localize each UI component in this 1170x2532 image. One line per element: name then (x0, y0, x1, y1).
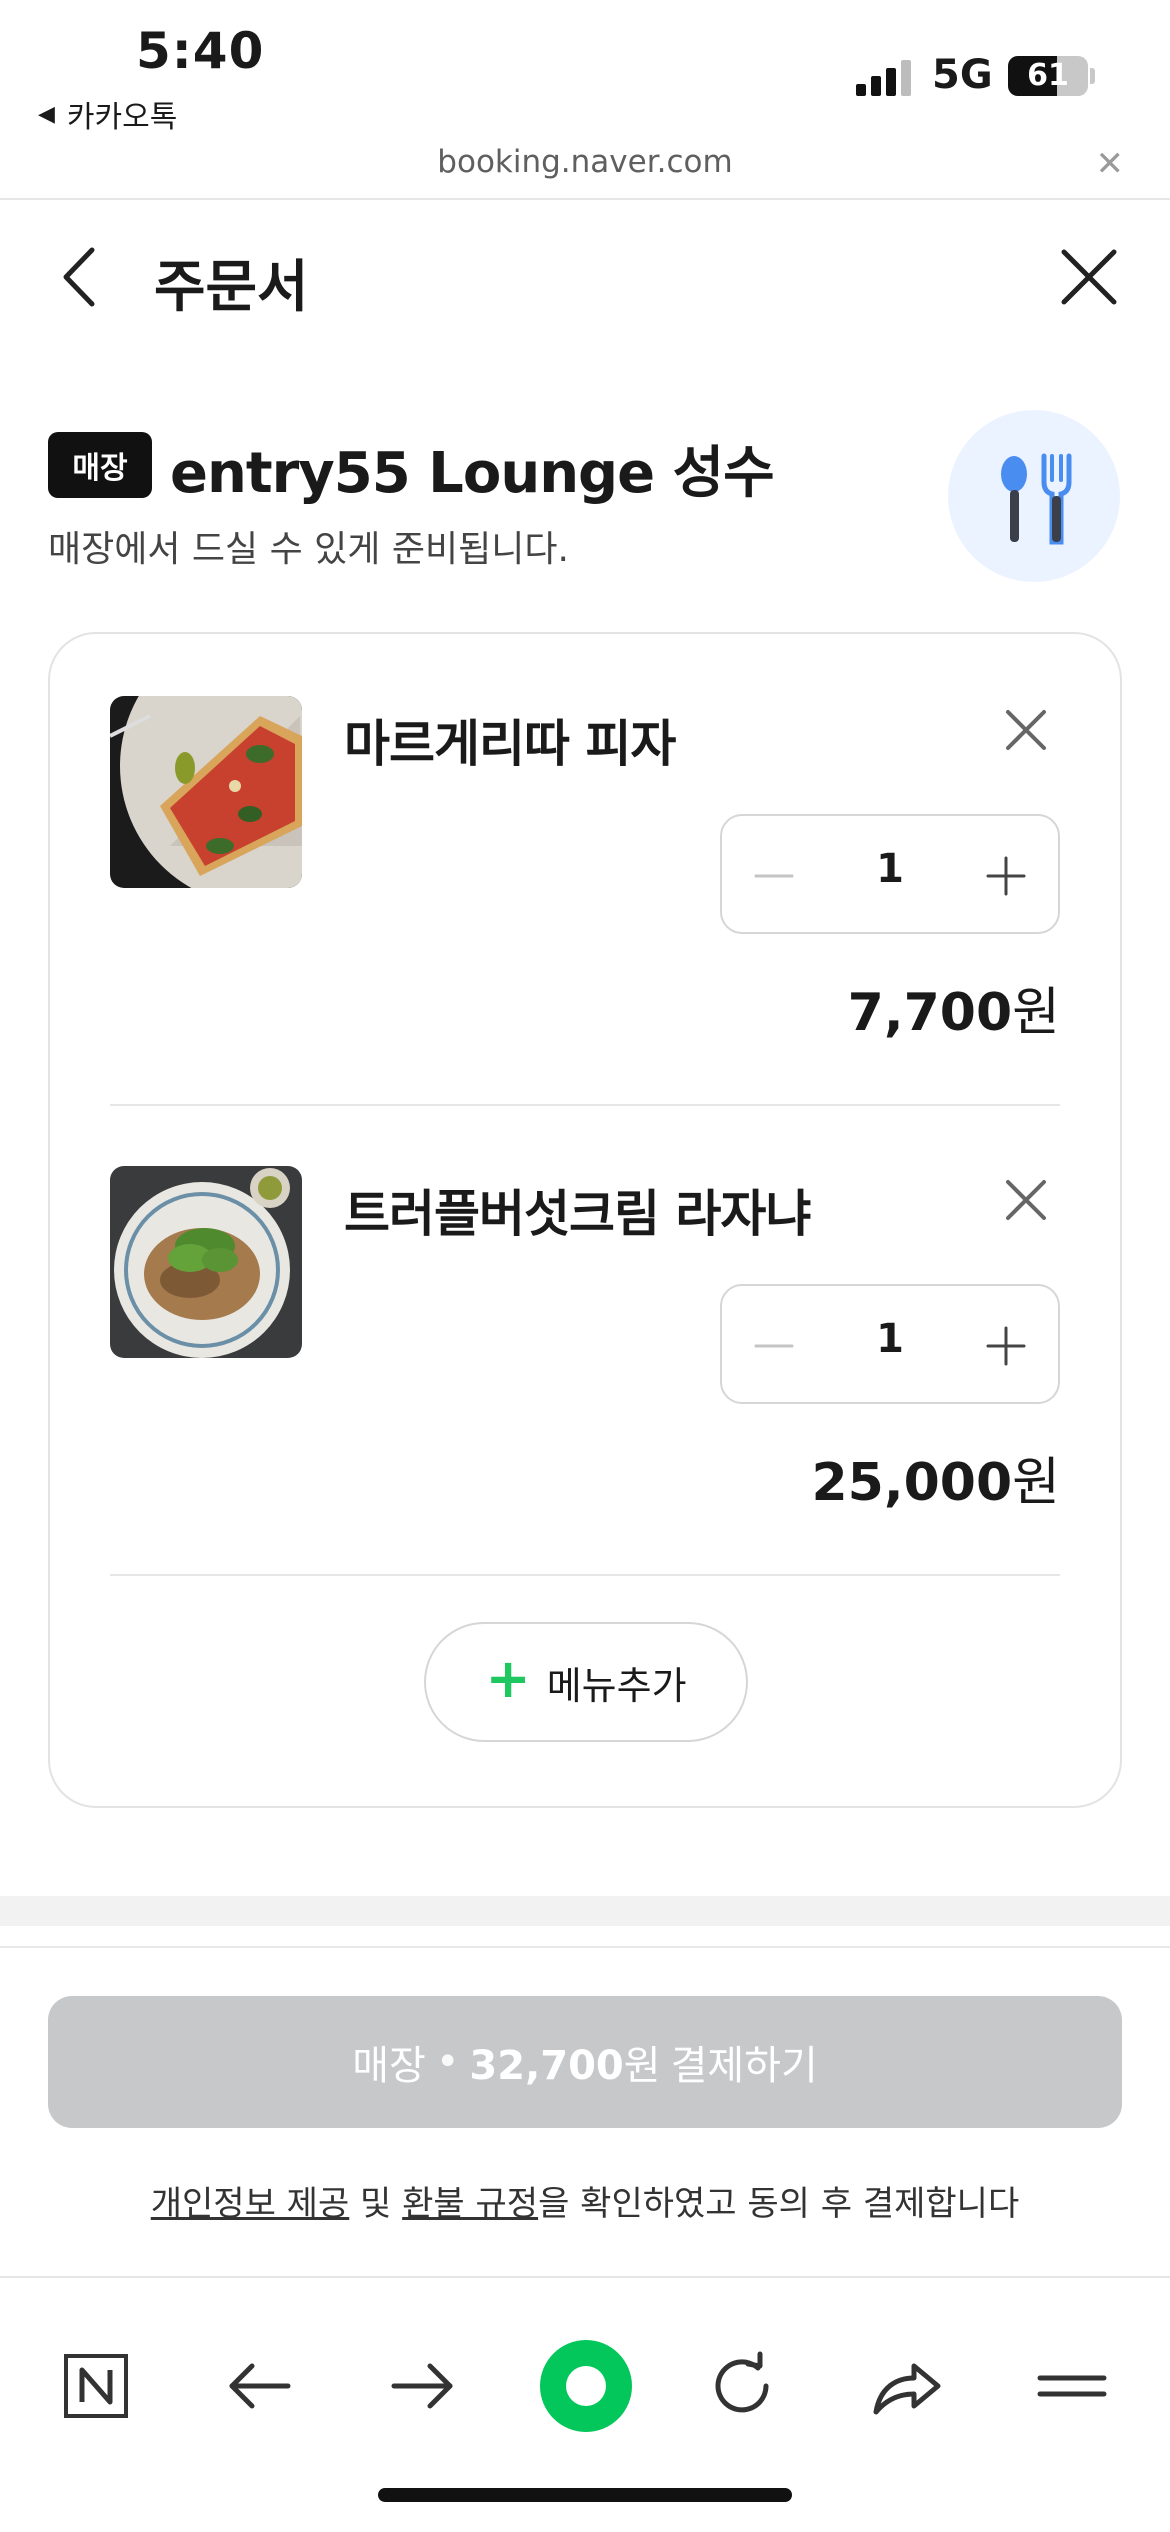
forward-arrow-icon[interactable] (382, 2346, 462, 2426)
pay-button[interactable]: 매장 • 32,700원 결제하기 (48, 1996, 1122, 2128)
order-item: 마르게리따 피자 1 7,700원 (110, 696, 1060, 1043)
quantity-stepper: 1 (720, 814, 1060, 934)
item-divider (110, 1104, 1060, 1106)
item-price-unit: 원 (1012, 983, 1060, 1043)
url-text: booking.naver.com (437, 144, 733, 180)
store-name: entry55 Lounge 성수 (170, 441, 775, 506)
plus-icon[interactable] (984, 854, 1028, 898)
section-separator (0, 1896, 1170, 1926)
green-dot-icon[interactable] (538, 2338, 634, 2434)
back-triangle-icon: ◀ (38, 101, 55, 127)
order-card: 마르게리따 피자 1 7,700원 트러플버섯크림 라자냐 1 25,000원 … (48, 632, 1122, 1808)
network-type: 5G (932, 52, 993, 98)
plus-icon: + (485, 1647, 531, 1710)
store-type-badge: 매장 (48, 432, 152, 498)
cellular-signal-icon (856, 60, 914, 96)
privacy-link[interactable]: 개인정보 제공 (151, 2184, 350, 2224)
item-divider (110, 1574, 1060, 1576)
close-icon[interactable] (1058, 246, 1120, 308)
item-price-value: 7,700 (847, 983, 1013, 1043)
pay-unit: 원 (623, 2043, 661, 2089)
plus-icon[interactable] (984, 1324, 1028, 1368)
menu-icon[interactable] (1032, 2346, 1112, 2426)
item-name: 트러플버섯크림 라자냐 (344, 1185, 811, 1243)
item-price-value: 25,000 (811, 1453, 1013, 1513)
battery-percent: 61 (1027, 58, 1069, 93)
home-indicator (378, 2488, 792, 2502)
remove-item-icon[interactable] (1002, 706, 1050, 754)
refresh-icon[interactable] (704, 2346, 784, 2426)
add-menu-label: 메뉴추가 (546, 1663, 687, 1708)
order-item: 트러플버섯크림 라자냐 1 25,000원 (110, 1166, 1060, 1513)
back-to-app-link[interactable]: ◀ 카카오톡 (38, 92, 177, 136)
pay-type-label: 매장 (352, 2043, 426, 2089)
refund-policy-link[interactable]: 환불 규정 (402, 2184, 538, 2224)
share-icon[interactable] (866, 2346, 946, 2426)
naver-logo-icon[interactable] (56, 2346, 136, 2426)
battery-icon: 61 (1008, 56, 1088, 96)
item-thumbnail-pizza (110, 696, 302, 888)
back-arrow-icon[interactable] (220, 2346, 300, 2426)
back-chevron-icon[interactable] (52, 242, 112, 312)
url-bar[interactable]: booking.naver.com ✕ (0, 140, 1170, 200)
item-price: 7,700원 (848, 970, 1060, 1045)
page-title: 주문서 (154, 255, 309, 320)
agreement-text: 개인정보 제공 및 환불 규정을 확인하였고 동의 후 결제합니다 (0, 2176, 1170, 2225)
item-price: 25,000원 (811, 1440, 1060, 1515)
page-header: 주문서 (0, 202, 1170, 352)
store-description: 매장에서 드실 수 있게 준비됩니다. (48, 529, 569, 570)
item-name: 마르게리따 피자 (344, 715, 676, 773)
battery-nub (1090, 68, 1095, 84)
pay-action-label: 결제하기 (670, 2043, 818, 2089)
agreement-rest: 을 확인하였고 동의 후 결제합니다 (538, 2184, 1020, 2224)
item-thumbnail-lasagna (110, 1166, 302, 1358)
agreement-conj: 및 (349, 2184, 403, 2224)
item-price-unit: 원 (1012, 1453, 1060, 1513)
pay-separator: • (435, 2039, 460, 2085)
remove-item-icon[interactable] (1002, 1176, 1050, 1224)
add-menu-button[interactable]: + 메뉴추가 (424, 1622, 748, 1742)
pay-total: 32,700 (469, 2043, 624, 2089)
url-close-icon[interactable]: ✕ (1096, 144, 1125, 184)
back-app-label: 카카오톡 (66, 100, 178, 135)
utensils-icon (948, 410, 1120, 582)
status-time: 5:40 (136, 22, 265, 80)
status-bar: 5:40 ◀ 카카오톡 5G 61 (0, 0, 1170, 140)
divider-line (0, 1946, 1170, 1948)
quantity-stepper: 1 (720, 1284, 1060, 1404)
